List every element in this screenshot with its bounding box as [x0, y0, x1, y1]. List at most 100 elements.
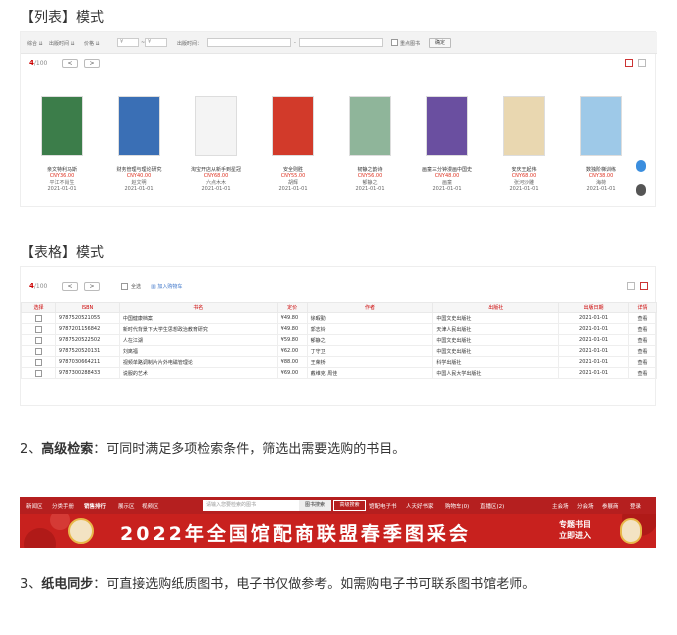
table-list-view-icon[interactable] [627, 282, 635, 290]
list-view-icon[interactable] [625, 59, 633, 67]
row-select-cell [21, 334, 56, 346]
book-date: 2021-01-01 [124, 186, 154, 192]
book-card[interactable]: 数独阶梯训练 CNY38.00 海荷 2021-01-01 [570, 96, 632, 192]
table-pager-next-button[interactable]: > [84, 282, 100, 291]
nav-video[interactable]: 视频区 [142, 502, 159, 510]
nav-ranking[interactable]: 销售排行 [84, 502, 106, 510]
title-cell: 中国健康档案 [118, 312, 278, 324]
banner-cta[interactable]: 专题书目 立即进入 [545, 519, 605, 541]
list-mode-heading: 【列表】模式 [20, 10, 104, 26]
banner-search-input[interactable]: 请输入您要检索的图书 [203, 500, 299, 511]
date-cell: 2021-01-01 [558, 356, 629, 368]
book-cover-image[interactable] [503, 96, 545, 156]
date-separator: - [294, 40, 296, 46]
author-cell: 郭志铃 [306, 323, 434, 335]
row-checkbox[interactable] [34, 369, 42, 377]
publisher-cell: 中国文史出版社 [432, 345, 560, 357]
title-cell: 刘离福 [118, 345, 278, 357]
book-cover-image[interactable] [426, 96, 468, 156]
filter-toolbar: 综合 ⇊ 出版时间 ⇊ 价格 ⇊ ¥ ~ ¥ 出版时间： - 重点图书 确定 [21, 32, 657, 54]
book-title[interactable]: 财务管理与理论研究 [108, 166, 170, 173]
nav-cart[interactable]: 购物车(0) [445, 502, 469, 510]
table-row: 9787520521055 中国健康档案 ¥49.80 徐暇勤 中国文史出版社 2021-… [21, 312, 658, 324]
book-cover-image[interactable] [272, 96, 314, 156]
book-card[interactable]: 安庆王起伟 CNY68.00 张河沙雕 2021-01-01 [493, 96, 555, 192]
price-from-input[interactable]: ¥ [117, 38, 139, 47]
price-to-input[interactable]: ¥ [145, 38, 167, 47]
book-card[interactable]: 亲文特利马斯 CNY36.00 平江不肖生 2021-01-01 [31, 96, 93, 192]
book-title[interactable]: 亲文特利马斯 [31, 166, 93, 173]
nav-ebooks[interactable]: 馆配电子书 [369, 502, 397, 510]
book-title[interactable]: 韧静之韵诗 [339, 166, 401, 173]
book-title[interactable]: 淘宝开店从新手到星冠 [185, 166, 247, 173]
book-date: 2021-01-01 [201, 186, 231, 192]
grid-view-icon[interactable] [638, 59, 646, 67]
table-pager-prev-button[interactable]: < [62, 282, 78, 291]
row-checkbox[interactable] [34, 336, 42, 344]
paper-book-checkbox[interactable] [391, 39, 398, 46]
book-title[interactable]: 数独阶梯训练 [570, 166, 632, 173]
detail-link[interactable]: 查看 [627, 345, 658, 357]
confirm-button[interactable]: 确定 [429, 38, 451, 48]
table-result-count: 4/100 [29, 282, 48, 290]
pager-next-button[interactable]: > [84, 59, 100, 68]
row-checkbox[interactable] [34, 347, 42, 355]
select-all-checkbox[interactable] [121, 283, 128, 290]
sort-pub-time[interactable]: 出版时间 ⇊ [49, 40, 75, 47]
pub-date-to-input[interactable] [299, 38, 383, 47]
date-cell: 2021-01-01 [558, 323, 629, 335]
row-checkbox[interactable] [34, 325, 42, 333]
book-cover-image[interactable] [195, 96, 237, 156]
book-card[interactable]: 安全则胜 CNY55.00 胡辉 2021-01-01 [262, 96, 324, 192]
date-cell: 2021-01-01 [558, 334, 629, 346]
nav-exhibitors[interactable]: 参展商 [602, 502, 619, 510]
col-select: 选择 [21, 302, 56, 313]
pager-prev-button[interactable]: < [62, 59, 78, 68]
add-to-cart-link[interactable]: ▥ 加入购物车 [151, 283, 182, 290]
book-cover-image[interactable] [349, 96, 391, 156]
chat-icon[interactable] [636, 160, 646, 172]
nav-sub-venue[interactable]: 分会场 [577, 502, 594, 510]
row-select-cell [21, 312, 56, 324]
table-grid-view-icon[interactable] [640, 282, 648, 290]
sort-price[interactable]: 价格 ⇊ [84, 40, 100, 47]
nav-manual[interactable]: 分类手册 [52, 502, 74, 510]
top-icon[interactable] [636, 184, 646, 196]
advanced-search-button[interactable]: 高级搜索 [333, 500, 366, 511]
book-author: 画童 [441, 180, 452, 186]
sort-overall[interactable]: 综合 ⇊ [27, 40, 43, 47]
book-card[interactable]: 画童三分钟漫画中国史 CNY48.00 画童 2021-01-01 [416, 96, 478, 192]
nav-live[interactable]: 直播区(2) [480, 502, 504, 510]
price-cell: ¥69.00 [276, 367, 308, 379]
pub-date-from-input[interactable] [207, 38, 291, 47]
banner-search-button[interactable]: 图书搜索 [299, 500, 331, 511]
detail-link[interactable]: 查看 [627, 312, 658, 324]
row-checkbox[interactable] [34, 314, 42, 322]
book-card[interactable]: 淘宝开店从新手到星冠 CNY68.00 六点木木 2021-01-01 [185, 96, 247, 192]
detail-link[interactable]: 查看 [627, 323, 658, 335]
nav-login[interactable]: 登录 [630, 502, 641, 510]
nav-main-venue[interactable]: 主会场 [552, 502, 569, 510]
table-header-row: 选择 ISBN 书名 定价 作者 出版社 出版日期 详情 [21, 302, 658, 313]
row-checkbox[interactable] [34, 358, 42, 366]
nav-news[interactable]: 新闻区 [26, 502, 43, 510]
nav-good-books[interactable]: 人天好书家 [406, 502, 434, 510]
book-title[interactable]: 画童三分钟漫画中国史 [416, 166, 478, 173]
book-title[interactable]: 安全则胜 [262, 166, 324, 173]
book-cover-image[interactable] [580, 96, 622, 156]
title-cell: 人在江湖 [118, 334, 278, 346]
nav-showcase[interactable]: 展示区 [118, 502, 135, 510]
isbn-cell: 9787520522502 [54, 334, 120, 346]
book-date: 2021-01-01 [432, 186, 462, 192]
book-table: 选择 ISBN 书名 定价 作者 出版社 出版日期 详情 97875205210… [21, 302, 658, 379]
list-mode-panel: 综合 ⇊ 出版时间 ⇊ 价格 ⇊ ¥ ~ ¥ 出版时间： - 重点图书 确定 4… [20, 31, 657, 207]
book-cover-image[interactable] [41, 96, 83, 156]
book-cover-image[interactable] [118, 96, 160, 156]
detail-link[interactable]: 查看 [627, 356, 658, 368]
book-title[interactable]: 安庆王起伟 [493, 166, 555, 173]
detail-link[interactable]: 查看 [627, 334, 658, 346]
book-card[interactable]: 韧静之韵诗 CNY56.00 郁静之 2021-01-01 [339, 96, 401, 192]
fair-banner[interactable]: 2022年全国馆配商联盟春季图采会 专题书目 立即进入 [20, 514, 656, 548]
detail-link[interactable]: 查看 [627, 367, 658, 379]
book-card[interactable]: 财务管理与理论研究 CNY40.00 赵文明 2021-01-01 [108, 96, 170, 192]
